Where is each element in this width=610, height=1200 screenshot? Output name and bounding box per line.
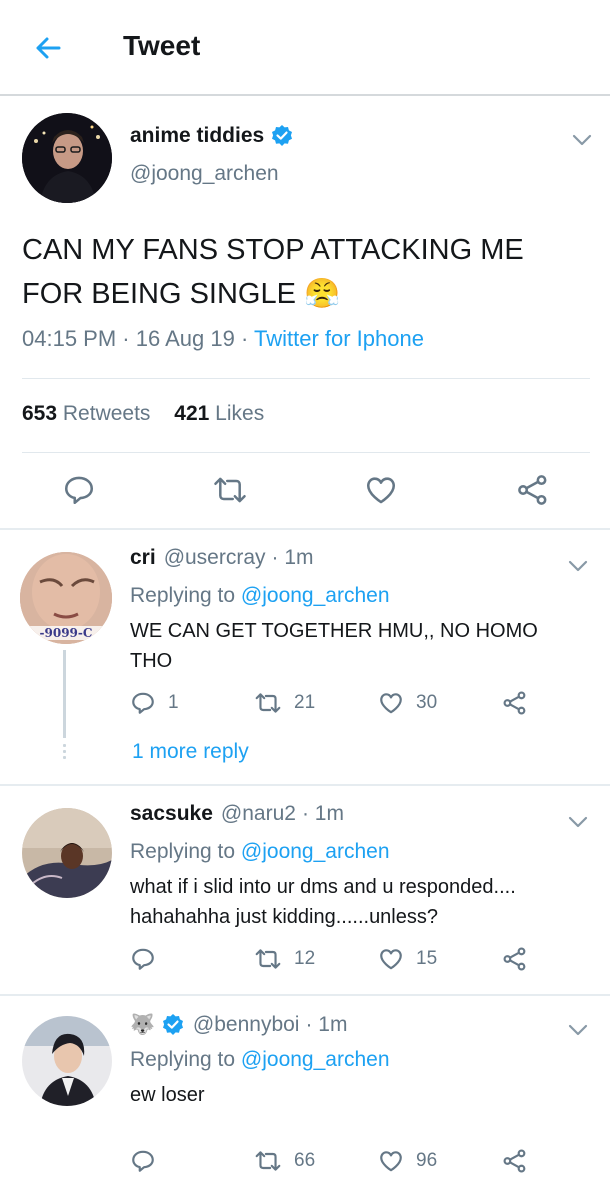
retweet-icon — [214, 477, 246, 503]
tweet-text: CAN MY FANS STOP ATTACKING ME FOR BEING … — [22, 234, 524, 310]
main-tweet-actions — [0, 471, 610, 511]
like-icon — [380, 1151, 402, 1172]
chevron-down-icon[interactable] — [566, 554, 590, 578]
avatar-photo — [22, 113, 112, 203]
chevron-down-icon[interactable] — [570, 128, 594, 152]
share-button[interactable] — [516, 473, 550, 507]
reply-button[interactable] — [62, 473, 96, 507]
reply-author[interactable]: cri @usercray · 1m — [130, 546, 314, 570]
share-icon — [518, 475, 547, 505]
retweet-count: 66 — [294, 1150, 316, 1171]
reply-icon — [132, 692, 154, 714]
divider — [22, 378, 590, 379]
reply-actions: 66 96 — [0, 1148, 610, 1188]
reply-actions: 1 21 30 — [0, 690, 610, 730]
reply-icon — [132, 1150, 154, 1172]
reply-author[interactable]: 🐺 @bennyboi · 1m — [130, 1012, 347, 1037]
display-name: anime tiddies — [130, 124, 265, 147]
retweet-button[interactable] — [212, 473, 248, 507]
like-button[interactable] — [364, 473, 398, 507]
avatar-photo — [22, 808, 112, 898]
tweet-date: 16 Aug 19 — [135, 326, 235, 351]
reply-actions: 12 15 — [0, 946, 610, 986]
share-icon — [503, 1149, 526, 1173]
chevron-down-icon[interactable] — [566, 810, 590, 834]
main-tweet-author[interactable]: anime tiddies — [130, 124, 294, 148]
avatar[interactable] — [22, 113, 112, 203]
share-icon — [503, 691, 526, 715]
reply-text: ew loser — [130, 1084, 205, 1106]
reply-author[interactable]: sacsuke @naru2 · 1m — [130, 802, 344, 826]
like-button[interactable]: 30 — [378, 690, 437, 716]
retweet-button[interactable]: 12 — [254, 946, 315, 972]
back-arrow-icon — [36, 37, 61, 59]
reply-icon — [132, 948, 154, 970]
share-button[interactable] — [502, 946, 528, 972]
more-replies-link[interactable]: 1 more reply — [132, 740, 249, 764]
retweet-icon — [255, 1151, 281, 1171]
avatar[interactable]: -9099-C — [20, 552, 112, 644]
reply-count: 1 — [168, 692, 179, 713]
share-button[interactable] — [502, 1148, 528, 1174]
chevron-down-icon[interactable] — [566, 1018, 590, 1042]
like-button[interactable]: 15 — [378, 946, 437, 972]
avatar[interactable] — [22, 1016, 112, 1106]
mention-link[interactable]: @joong_archen — [241, 584, 390, 607]
like-button[interactable]: 96 — [378, 1148, 437, 1174]
avatar[interactable] — [22, 808, 112, 898]
like-icon — [366, 477, 396, 504]
verified-badge-icon — [162, 1013, 183, 1035]
retweet-count: 21 — [294, 692, 316, 713]
like-icon — [380, 693, 402, 714]
replying-to: Replying to @joong_archen — [130, 584, 390, 607]
share-button[interactable] — [502, 690, 528, 716]
mention-link[interactable]: @joong_archen — [241, 840, 390, 863]
like-count: 96 — [416, 1150, 438, 1171]
avatar-photo — [22, 1016, 112, 1106]
main-tweet: anime tiddies @joong_archen CAN MY FANS … — [0, 98, 610, 530]
retweet-button[interactable]: 66 — [254, 1148, 315, 1174]
like-icon — [380, 949, 402, 970]
tweet-time: 04:15 PM — [22, 326, 117, 351]
like-count: 15 — [416, 948, 438, 969]
page-title: Tweet — [123, 30, 201, 61]
top-bar: Tweet — [0, 0, 610, 96]
reply-text: WE CAN GET TOGETHER HMU,, NO HOMO THO — [130, 620, 538, 672]
reply-icon — [64, 476, 94, 505]
reply-tweet: -9099-C cri @usercray · 1m Replying to @… — [0, 532, 610, 786]
back-button[interactable] — [28, 28, 68, 68]
divider — [22, 452, 590, 453]
retweet-icon — [255, 949, 281, 969]
retweet-icon — [255, 693, 281, 713]
thread-dots — [63, 744, 66, 762]
like-count: 30 — [416, 692, 438, 713]
replying-to: Replying to @joong_archen — [130, 1048, 390, 1071]
retweet-count: 12 — [294, 948, 316, 969]
tweet-meta: 04:15 PM · 16 Aug 19 · Twitter for Iphon… — [22, 326, 424, 351]
share-icon — [503, 947, 526, 971]
retweets-stat[interactable]: 653 Retweets — [22, 402, 150, 425]
avatar-caption: -9099-C — [39, 626, 93, 640]
reply-tweet: 🐺 @bennyboi · 1m Replying to @joong_arch… — [0, 998, 610, 1200]
reply-text: what if i slid into ur dms and u respond… — [130, 876, 516, 928]
reply-button[interactable] — [130, 946, 156, 972]
reply-button[interactable]: 1 — [130, 690, 179, 716]
likes-stat[interactable]: 421 Likes — [174, 402, 264, 425]
tweet-source-link[interactable]: Twitter for Iphone — [254, 326, 424, 351]
handle[interactable]: @joong_archen — [130, 162, 279, 186]
mention-link[interactable]: @joong_archen — [241, 1048, 390, 1071]
reply-tweet: sacsuke @naru2 · 1m Replying to @joong_a… — [0, 788, 610, 996]
reply-button[interactable] — [130, 1148, 156, 1174]
replying-to: Replying to @joong_archen — [130, 840, 390, 863]
tweet-stats: 653 Retweets 421 Likes — [22, 402, 264, 426]
verified-badge-icon — [272, 125, 293, 146]
retweet-button[interactable]: 21 — [254, 690, 315, 716]
